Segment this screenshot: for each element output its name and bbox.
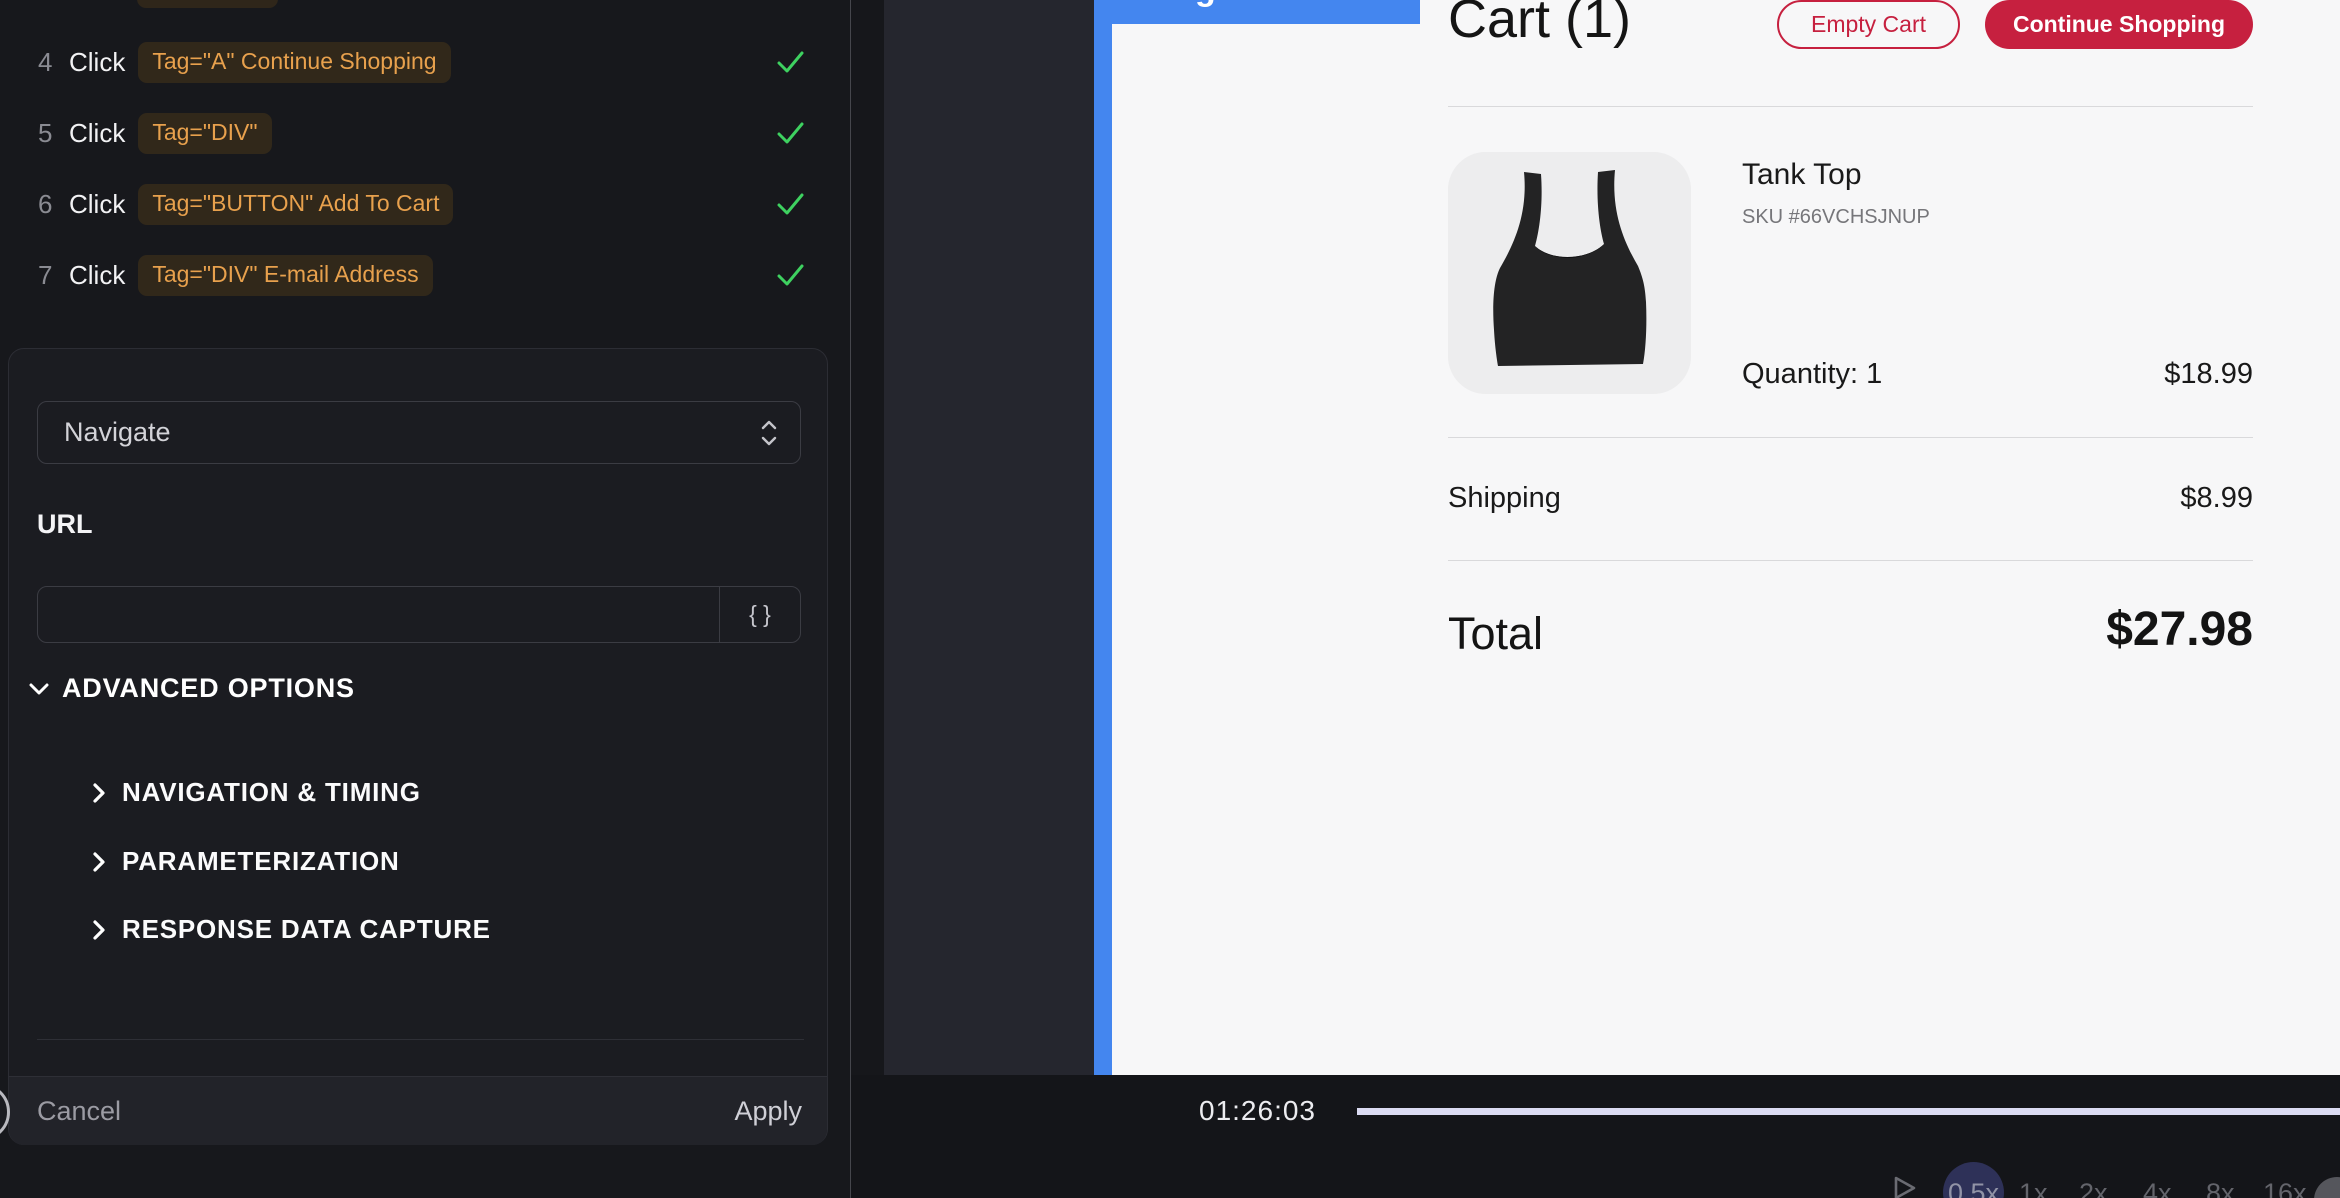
element-highlight-bar: g [1094,0,1420,24]
step-number: 4 [38,47,56,78]
chevron-right-icon [93,783,105,803]
chevron-right-icon [93,852,105,872]
cart-divider [1448,560,2253,561]
step-row[interactable]: 7 Click Tag="DIV" E-mail Address [0,252,850,298]
section-response-data-capture[interactable]: RESPONSE DATA CAPTURE [93,914,491,945]
cart-page-title: Cart (1) [1448,0,1631,50]
shop-page: Cart (1) Empty Cart Continue Shopping Ta… [1112,0,2340,1075]
panel-footer: Cancel Apply [9,1076,827,1145]
continue-shopping-button[interactable]: Continue Shopping [1985,0,2253,49]
step-number: 5 [38,118,56,149]
action-type-value: Navigate [64,417,171,448]
product-sku: SKU #66VCHSJNUP [1742,206,1930,229]
product-name: Tank Top [1742,158,1862,192]
panel-divider [37,1039,804,1040]
step-action-label: Click [69,260,125,291]
url-input[interactable] [38,587,719,642]
speed-option-2x[interactable]: 2x [2079,1178,2108,1198]
product-quantity: Quantity: 1 [1742,358,1882,391]
step-row[interactable]: 5 Click Tag="DIV" [0,110,850,156]
play-icon[interactable] [1891,1175,1917,1198]
player-edge-button[interactable] [2314,1177,2340,1198]
step-success-check-icon [777,264,804,286]
select-chevrons-icon [760,418,778,448]
highlight-bar-partial-text: g [1195,0,1216,9]
total-label: Total [1448,608,1543,660]
apply-button[interactable]: Apply [734,1096,802,1127]
stage-gutter [851,0,884,1075]
steps-sidebar: Tag 4 Click Tag="A" Continue Shopping 5 … [0,0,850,1198]
step-tag-badge: Tag="DIV" [138,113,271,154]
step-success-check-icon [777,51,804,73]
step-success-check-icon [777,193,804,215]
step-tag-badge: Tag="A" Continue Shopping [138,42,450,83]
product-price: $18.99 [2164,358,2253,391]
element-highlight-strip [1094,0,1112,1075]
shipping-label: Shipping [1448,482,1561,515]
tank-top-image [1448,152,1691,394]
recorder-app: Tag 4 Click Tag="A" Continue Shopping 5 … [0,0,2340,1198]
step-action-label: Click [69,189,125,220]
speed-option-8x[interactable]: 8x [2206,1178,2235,1198]
chevron-down-icon [29,683,49,695]
chevron-right-icon [93,920,105,940]
step-number: 6 [38,189,56,220]
cart-divider [1448,106,2253,107]
section-navigation-timing[interactable]: NAVIGATION & TIMING [93,777,421,808]
speed-option-4x[interactable]: 4x [2143,1178,2172,1198]
step-action-label: Click [69,118,125,149]
step-number: 7 [38,260,56,291]
cart-divider [1448,437,2253,438]
cancel-button[interactable]: Cancel [37,1096,121,1127]
action-type-select[interactable]: Navigate [37,401,801,464]
step-tag-partial: Tag [137,0,278,8]
insert-variable-button[interactable]: { } [719,587,800,642]
shipping-price: $8.99 [2180,482,2253,515]
speed-option-1x[interactable]: 1x [2019,1178,2048,1198]
product-image [1448,152,1691,394]
total-price: $27.98 [2106,602,2253,657]
section-parameterization[interactable]: PARAMETERIZATION [93,846,400,877]
playback-progress-bar[interactable] [1357,1108,2340,1115]
playback-bar: 01:26:03 0.5x 1x 2x 4x 8x 16x [851,1075,2340,1198]
step-row[interactable]: 6 Click Tag="BUTTON" Add To Cart [0,181,850,227]
step-success-check-icon [777,122,804,144]
browser-preview-stage: Cart (1) Empty Cart Continue Shopping Ta… [884,0,2340,1075]
advanced-options-toggle[interactable]: ADVANCED OPTIONS [29,673,355,704]
advanced-options-label: ADVANCED OPTIONS [62,673,355,704]
playback-timestamp: 01:26:03 [1199,1095,1316,1127]
speed-option-16x[interactable]: 16x [2263,1178,2307,1198]
url-input-wrap: { } [37,586,801,643]
step-row[interactable]: 4 Click Tag="A" Continue Shopping [0,39,850,85]
step-tag-badge: Tag="DIV" E-mail Address [138,255,432,296]
speed-option-0.5x[interactable]: 0.5x [1947,1178,2000,1198]
step-editor-panel: Navigate URL { } ADVANCED OPTIONS NAV [8,348,828,1145]
step-action-label: Click [69,47,125,78]
step-tag-badge: Tag="BUTTON" Add To Cart [138,184,453,225]
empty-cart-button[interactable]: Empty Cart [1777,0,1960,49]
url-field-label: URL [37,509,93,540]
